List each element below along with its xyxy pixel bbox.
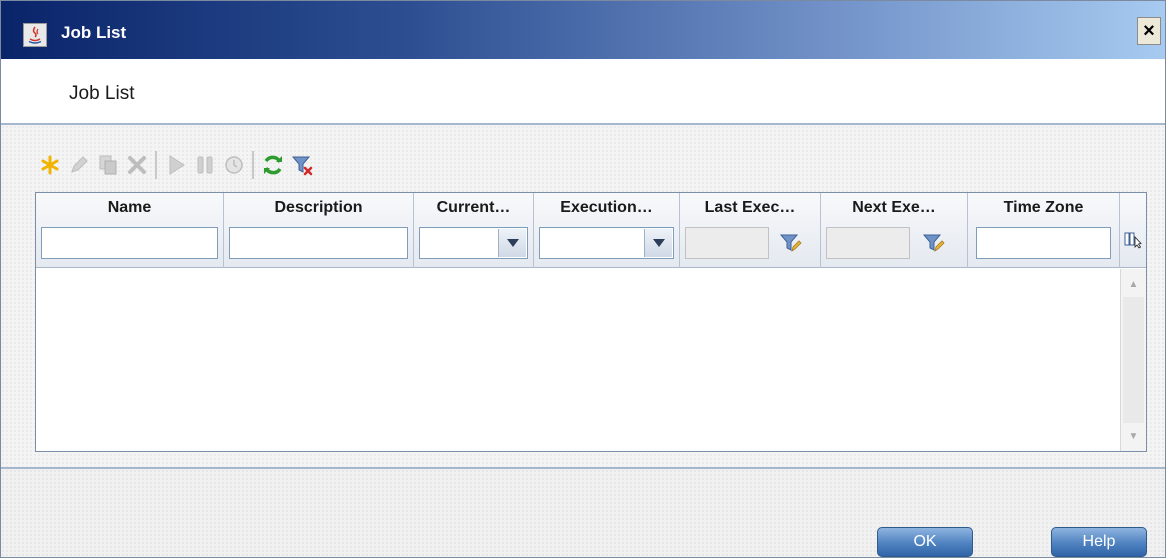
- java-app-icon: [23, 23, 47, 47]
- filter-edit-icon: [922, 234, 945, 252]
- help-button[interactable]: Help: [1051, 527, 1147, 557]
- schedule-job-button[interactable]: [219, 150, 248, 180]
- last-execution-filter-field: [685, 227, 769, 259]
- chevron-down-icon[interactable]: [644, 229, 672, 257]
- ok-button[interactable]: OK: [877, 527, 973, 557]
- new-job-button[interactable]: [35, 150, 64, 180]
- vertical-scrollbar[interactable]: ▲ ▼: [1120, 269, 1146, 451]
- column-header-label: Execution…: [560, 199, 653, 216]
- column-header-label: Time Zone: [1003, 199, 1084, 216]
- column-current[interactable]: Current…: [414, 193, 534, 268]
- toolbar-separator: [155, 151, 157, 179]
- filter-edit-icon: [779, 234, 802, 252]
- table-header: Name Description Current… Execution… Las…: [36, 193, 1146, 268]
- toolbar-separator: [252, 151, 254, 179]
- column-header-label: Next Exe…: [852, 199, 936, 216]
- column-execution[interactable]: Execution…: [534, 193, 680, 268]
- window-title: Job List: [61, 23, 127, 42]
- next-execution-filter-button[interactable]: [919, 228, 949, 258]
- run-icon: [169, 155, 185, 175]
- column-header-label: Description: [274, 199, 363, 216]
- chevron-down-icon[interactable]: [498, 229, 526, 257]
- close-button[interactable]: ×: [1137, 17, 1161, 45]
- column-description[interactable]: Description: [224, 193, 414, 268]
- dialog-header: Job List: [1, 59, 1165, 123]
- copy-icon: [99, 155, 116, 175]
- column-name[interactable]: Name: [36, 193, 224, 268]
- scroll-up-arrow-icon[interactable]: ▲: [1121, 273, 1146, 295]
- job-list-dialog: Job List × Job List Name Description Cur…: [0, 0, 1166, 558]
- execution-filter-select[interactable]: [539, 227, 674, 259]
- time-zone-filter-input[interactable]: [976, 227, 1111, 259]
- column-header-label: Current…: [436, 199, 511, 216]
- title-bar[interactable]: Job List ×: [1, 1, 1165, 59]
- pause-icon: [197, 156, 212, 174]
- run-job-button[interactable]: [161, 150, 190, 180]
- new-icon: [41, 155, 58, 175]
- clear-filter-button[interactable]: [287, 150, 316, 180]
- column-chooser-button[interactable]: [1120, 193, 1146, 268]
- copy-job-button[interactable]: [93, 150, 122, 180]
- job-table: Name Description Current… Execution… Las…: [35, 192, 1147, 452]
- delete-icon: [127, 156, 146, 174]
- table-body: [36, 269, 1118, 451]
- column-time-zone[interactable]: Time Zone: [968, 193, 1120, 268]
- dialog-footer: OK Help: [1, 469, 1165, 557]
- last-execution-filter-button[interactable]: [776, 228, 806, 258]
- scroll-track[interactable]: [1123, 297, 1144, 423]
- description-filter-input[interactable]: [229, 227, 408, 259]
- next-execution-filter-field: [826, 227, 910, 259]
- column-header-label: Name: [107, 199, 152, 216]
- schedule-icon: [224, 156, 243, 174]
- column-next-execution[interactable]: Next Exe…: [821, 193, 968, 268]
- clear-filter-icon: [291, 156, 312, 176]
- refresh-button[interactable]: [258, 150, 287, 180]
- column-header-label: Last Exec…: [704, 199, 796, 216]
- delete-job-button[interactable]: [122, 150, 151, 180]
- edit-icon: [70, 156, 88, 173]
- scroll-down-arrow-icon[interactable]: ▼: [1121, 425, 1146, 447]
- edit-job-button[interactable]: [64, 150, 93, 180]
- pause-job-button[interactable]: [190, 150, 219, 180]
- column-last-execution[interactable]: Last Exec…: [680, 193, 821, 268]
- page-title: Job List: [69, 83, 135, 104]
- current-filter-select[interactable]: [419, 227, 528, 259]
- column-chooser-icon: [1124, 232, 1142, 249]
- toolbar: [35, 147, 316, 183]
- refresh-icon: [263, 155, 282, 175]
- content-area: Name Description Current… Execution… Las…: [1, 125, 1165, 467]
- name-filter-input[interactable]: [41, 227, 218, 259]
